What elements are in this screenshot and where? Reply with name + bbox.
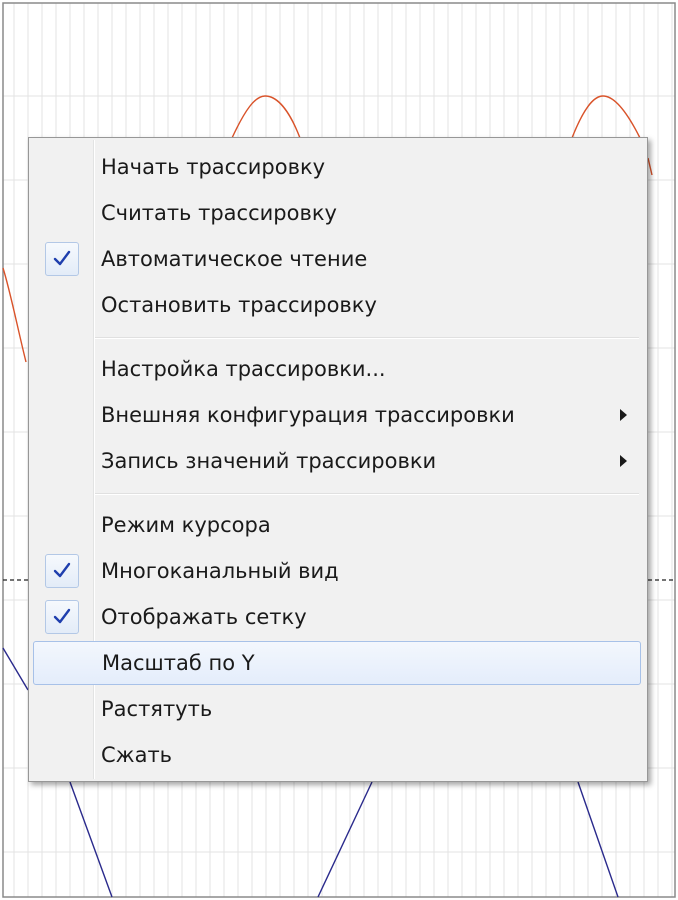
red-trace-right [647,157,653,176]
menu-item-label: Запись значений трассировки [101,449,437,473]
menu-item-compress[interactable]: Сжать [33,734,641,776]
menu-item-record-trace-values[interactable]: Запись значений трассировки [33,440,641,482]
menu-item-y-scale[interactable]: Масштаб по Y [33,641,641,685]
menu-item-label: Настройка трассировки... [101,357,386,381]
menu-item-label: Начать трассировку [101,155,326,179]
menu-item-trace-settings[interactable]: Настройка трассировки... [33,348,641,390]
checkmark-icon [45,554,79,588]
menu-item-label: Остановить трассировку [101,293,377,317]
menu-item-auto-read[interactable]: Автоматическое чтение [33,238,641,280]
menu-item-show-grid[interactable]: Отображать сетку [33,596,641,638]
blue-trace-bottom-3 [577,781,619,898]
menu-item-label: Многоканальный вид [101,559,339,583]
menu-separator [95,337,639,339]
checkmark-icon [45,600,79,634]
blue-trace-bottom-1 [69,781,113,898]
menu-separator [95,493,639,495]
checkmark-icon [45,242,79,276]
menu-item-cursor-mode[interactable]: Режим курсора [33,504,641,546]
menu-item-multichannel-view[interactable]: Многоканальный вид [33,550,641,592]
menu-item-stretch[interactable]: Растятуть [33,688,641,730]
menu-item-label: Автоматическое чтение [101,247,368,271]
context-menu: Начать трассировку Считать трассировку А… [28,137,648,782]
menu-item-label: Масштаб по Y [102,651,255,675]
menu-item-label: Растятуть [101,697,213,721]
menu-item-stop-trace[interactable]: Остановить трассировку [33,284,641,326]
menu-item-external-trace-config[interactable]: Внешняя конфигурация трассировки [33,394,641,436]
menu-item-read-trace[interactable]: Считать трассировку [33,192,641,234]
menu-item-label: Режим курсора [101,513,271,537]
menu-item-label: Внешняя конфигурация трассировки [101,403,515,427]
menu-item-label: Отображать сетку [101,605,307,629]
menu-item-label: Считать трассировку [101,201,337,225]
submenu-arrow-icon [620,409,627,421]
menu-item-start-trace[interactable]: Начать трассировку [33,146,641,188]
menu-item-label: Сжать [101,743,173,767]
submenu-arrow-icon [620,455,627,467]
